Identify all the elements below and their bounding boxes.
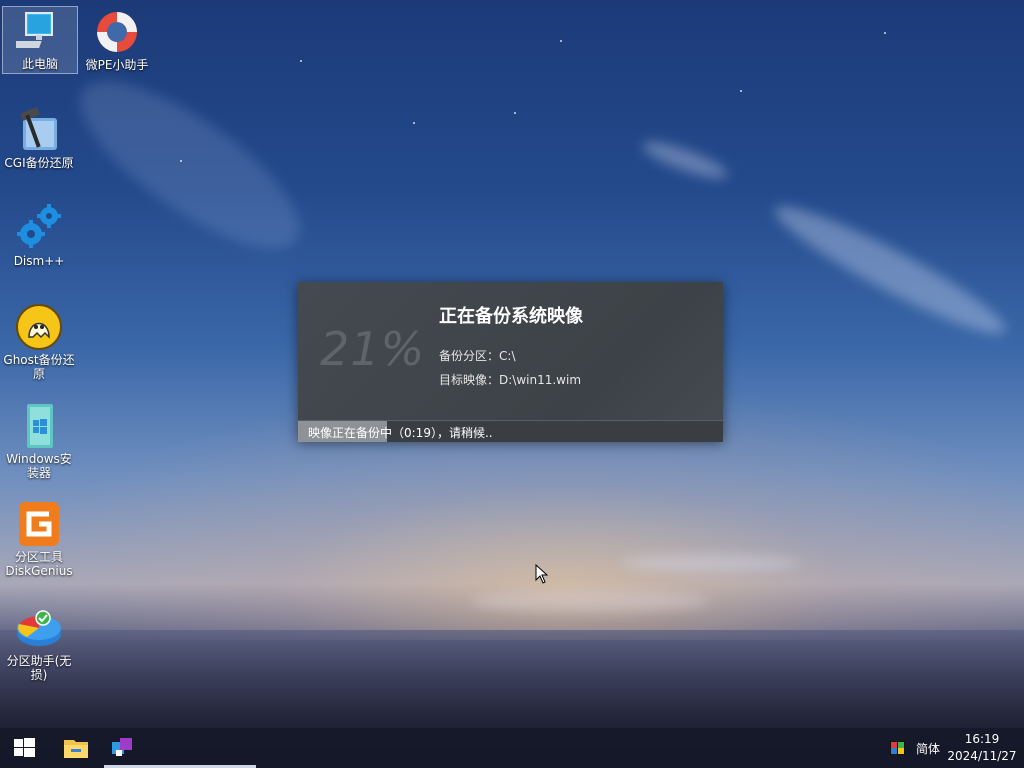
windows-installer-icon (15, 402, 63, 450)
windows-start-icon (14, 738, 35, 757)
target-value: D:\win11.wim (499, 373, 582, 387)
progress-percent: 21% (320, 322, 426, 376)
desktop-icon-this-pc[interactable]: 此电脑 (2, 6, 78, 74)
desktop-icon-dism[interactable]: Dism++ (2, 204, 76, 268)
source-value: C:\ (499, 349, 516, 363)
desktop-icon-label: CGI备份还原 (4, 156, 74, 170)
dialog-title: 正在备份系统映像 (439, 306, 583, 327)
taskbar-clock[interactable]: 16:19 2024/11/27 (944, 731, 1020, 765)
desktop-icon-pe-helper[interactable]: 微PE小助手 (80, 8, 154, 72)
desktop-icon-cgi-backup[interactable]: CGI备份还原 (2, 106, 76, 170)
target-image-row: 目标映像：D:\win11.wim (439, 371, 581, 388)
taskbar (0, 728, 1024, 768)
target-label: 目标映像： (439, 373, 500, 387)
clock-time: 16:19 (964, 732, 1000, 746)
desktop-icon-label: Windows安装器 (6, 452, 72, 480)
desktop-icon-label: 此电脑 (21, 57, 58, 71)
source-label: 备份分区： (439, 349, 500, 363)
ghost-icon (15, 303, 63, 351)
diskgenius-icon (15, 500, 63, 548)
lifebuoy-icon (93, 8, 141, 56)
mouse-cursor-icon (535, 563, 549, 588)
gears-icon (15, 204, 63, 252)
clock-date: 2024/11/27 (947, 749, 1017, 763)
computer-icon (9, 7, 64, 55)
taskbar-backup-app[interactable] (98, 728, 146, 768)
status-text: 映像正在备份中（0:19），请稍候.. (308, 426, 493, 440)
desktop-icon-windows-installer[interactable]: Windows安装器 (2, 402, 76, 480)
desktop-icon-diskgenius[interactable]: 分区工具DiskGenius (2, 500, 76, 578)
ime-color-icon[interactable] (890, 740, 905, 755)
file-explorer-icon (64, 740, 88, 758)
desktop-icon-label: Dism++ (13, 254, 65, 268)
desktop-icon-label: Ghost备份还原 (3, 353, 75, 381)
desktop-icon-ghost[interactable]: Ghost备份还原 (2, 303, 76, 381)
partition-assistant-icon (15, 604, 63, 652)
desktop-icon-partition-assistant[interactable]: 分区助手(无损) (2, 604, 76, 682)
start-button[interactable] (0, 728, 48, 768)
desktop-icon-label: 微PE小助手 (85, 58, 149, 72)
taskbar-file-explorer[interactable] (52, 728, 100, 768)
progress-bar: 映像正在备份中（0:19），请稍候.. (298, 420, 723, 442)
desktop-icon-label: 分区工具DiskGenius (5, 550, 73, 578)
input-language[interactable]: 简体 (916, 740, 940, 757)
desktop-icon-label: 分区助手(无损) (6, 654, 72, 682)
source-partition-row: 备份分区：C:\ (439, 347, 515, 364)
hammer-icon (15, 106, 63, 154)
backup-progress-dialog: 21% 正在备份系统映像 备份分区：C:\ 目标映像：D:\win11.wim … (298, 282, 723, 442)
backup-app-icon (112, 738, 132, 756)
